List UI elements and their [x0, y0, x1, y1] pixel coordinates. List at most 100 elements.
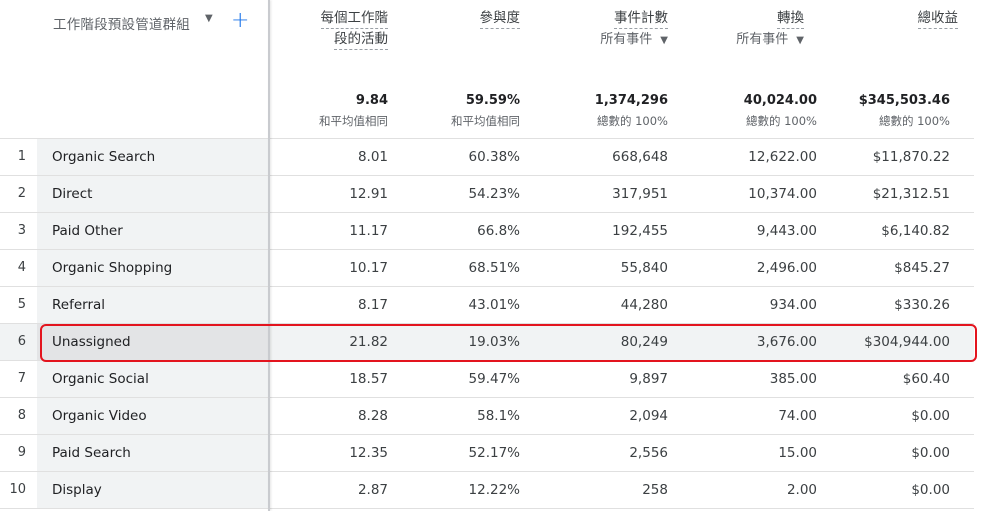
metric-cell: 9,443.00	[756, 223, 817, 239]
metric-cell: 385.00	[769, 371, 817, 387]
dimension-header: 工作階段預設管道群組 ▼ +	[0, 0, 270, 138]
dimension-selector[interactable]: 工作階段預設管道群組	[53, 13, 190, 33]
metric-cell: 12.35	[349, 445, 388, 461]
metric-cell: 3,676.00	[756, 334, 817, 350]
row-index: 10	[9, 482, 26, 497]
column-label: 每個工作階	[320, 9, 388, 29]
metric-cell: 68.51%	[468, 260, 520, 276]
metric-cell: 11.17	[349, 223, 388, 239]
metric-cell: $0.00	[911, 445, 950, 461]
metric-cell: 44,280	[620, 297, 668, 313]
metric-cell: 317,951	[612, 186, 668, 202]
metric-cell: 2,094	[629, 408, 668, 424]
column-header-total-revenue[interactable]: 總收益	[850, 8, 958, 29]
table-row[interactable]: 2 Direct 12.91 54.23% 317,951 10,374.00 …	[0, 175, 974, 212]
total-value: 40,024.00	[743, 93, 817, 108]
row-index: 1	[17, 149, 26, 164]
dropdown-caret-icon[interactable]: ▼	[205, 13, 213, 24]
table-row[interactable]: 4 Organic Shopping 10.17 68.51% 55,840 2…	[0, 249, 974, 286]
row-index: 3	[17, 223, 26, 238]
metric-cell: 2,496.00	[756, 260, 817, 276]
metric-cell: 19.03%	[468, 334, 520, 350]
channel-name[interactable]: Paid Other	[52, 213, 123, 249]
total-subtext: 和平均值相同	[319, 114, 388, 128]
metric-cell: 60.38%	[468, 149, 520, 165]
report-table: 工作階段預設管道群組 ▼ + 每個工作階 段的活動 參與度 事件計數 所有事件 ▼…	[0, 0, 974, 511]
column-header-events-per-session[interactable]: 每個工作階 段的活動	[290, 8, 388, 50]
metric-cell: 58.1%	[477, 408, 520, 424]
column-header-event-count[interactable]: 事件計數 所有事件 ▼	[540, 8, 668, 50]
total-value: 59.59%	[465, 93, 520, 108]
channel-name[interactable]: Paid Search	[52, 435, 131, 471]
event-filter-dropdown[interactable]: 所有事件 ▼	[690, 31, 804, 50]
table-row[interactable]: 5 Referral 8.17 43.01% 44,280 934.00 $33…	[0, 286, 974, 323]
channel-name[interactable]: Unassigned	[52, 324, 131, 360]
metric-cell: 59.47%	[468, 371, 520, 387]
total-value: 9.84	[355, 93, 388, 108]
table-row[interactable]: 1 Organic Search 8.01 60.38% 668,648 12,…	[0, 138, 974, 175]
metric-cell: 12.91	[349, 186, 388, 202]
column-label: 事件計數	[614, 9, 668, 29]
event-filter-dropdown[interactable]: 所有事件 ▼	[540, 31, 668, 50]
column-header-engagement-rate[interactable]: 參與度	[420, 8, 520, 29]
metric-cell: $60.40	[902, 371, 950, 387]
channel-name[interactable]: Organic Shopping	[52, 250, 172, 286]
metric-cell: 8.01	[357, 149, 388, 165]
chevron-down-icon: ▼	[796, 35, 804, 46]
channel-name[interactable]: Organic Search	[52, 139, 155, 175]
channel-name[interactable]: Organic Social	[52, 361, 149, 397]
table-row[interactable]: 9 Paid Search 12.35 52.17% 2,556 15.00 $…	[0, 434, 974, 471]
metric-cell: 74.00	[778, 408, 817, 424]
row-index: 9	[17, 445, 26, 460]
total-value: 1,374,296	[594, 93, 668, 108]
table-row[interactable]: 3 Paid Other 11.17 66.8% 192,455 9,443.0…	[0, 212, 974, 249]
frozen-column-divider[interactable]	[268, 0, 270, 511]
metric-cell: 2.00	[786, 482, 817, 498]
metric-cell: 2.87	[357, 482, 388, 498]
metric-cell: $0.00	[911, 408, 950, 424]
channel-name[interactable]: Organic Video	[52, 398, 147, 434]
metric-cell: $845.27	[894, 260, 950, 276]
channel-name[interactable]: Referral	[52, 287, 105, 323]
metric-cell: 9,897	[629, 371, 668, 387]
channel-name[interactable]: Display	[52, 472, 102, 508]
metric-cell: 21.82	[349, 334, 388, 350]
chevron-down-icon: ▼	[660, 35, 668, 46]
metric-cell: 258	[642, 482, 668, 498]
metric-cell: 8.17	[357, 297, 388, 313]
metric-cell: 10.17	[349, 260, 388, 276]
row-index: 4	[17, 260, 26, 275]
metric-cell: 668,648	[612, 149, 668, 165]
column-label: 總收益	[917, 9, 958, 29]
metric-cell: 8.28	[357, 408, 388, 424]
metric-cell: 66.8%	[477, 223, 520, 239]
row-index: 6	[17, 334, 26, 349]
add-dimension-icon[interactable]: +	[231, 6, 249, 36]
total-subtext: 總數的 100%	[596, 114, 668, 128]
metric-cell: 43.01%	[468, 297, 520, 313]
channel-name[interactable]: Direct	[52, 176, 92, 212]
total-subtext: 總數的 100%	[878, 114, 950, 128]
metric-cell: $330.26	[894, 297, 950, 313]
column-label: 轉換	[777, 9, 804, 29]
metric-cell: 18.57	[349, 371, 388, 387]
table-row[interactable]: 8 Organic Video 8.28 58.1% 2,094 74.00 $…	[0, 397, 974, 434]
metric-cell: 52.17%	[468, 445, 520, 461]
column-header-conversions[interactable]: 轉換 所有事件 ▼	[690, 8, 804, 50]
metric-cell: $21,312.51	[872, 186, 950, 202]
metric-cell: 54.23%	[468, 186, 520, 202]
column-label: 段的活動	[334, 30, 388, 50]
table-row[interactable]: 7 Organic Social 18.57 59.47% 9,897 385.…	[0, 360, 974, 397]
table-row[interactable]: 10 Display 2.87 12.22% 258 2.00 $0.00	[0, 471, 974, 508]
total-subtext: 總數的 100%	[745, 114, 817, 128]
metric-cell: 2,556	[629, 445, 668, 461]
row-index: 5	[17, 297, 26, 312]
table-row-highlighted[interactable]: 6 Unassigned 21.82 19.03% 80,249 3,676.0…	[0, 323, 974, 360]
metric-cell: 10,374.00	[748, 186, 817, 202]
metric-cell: $11,870.22	[872, 149, 950, 165]
row-index: 7	[17, 371, 26, 386]
column-label: 參與度	[479, 9, 520, 29]
total-value: $345,503.46	[858, 93, 950, 108]
metric-cell: 192,455	[612, 223, 668, 239]
table-bottom-border	[0, 508, 974, 509]
